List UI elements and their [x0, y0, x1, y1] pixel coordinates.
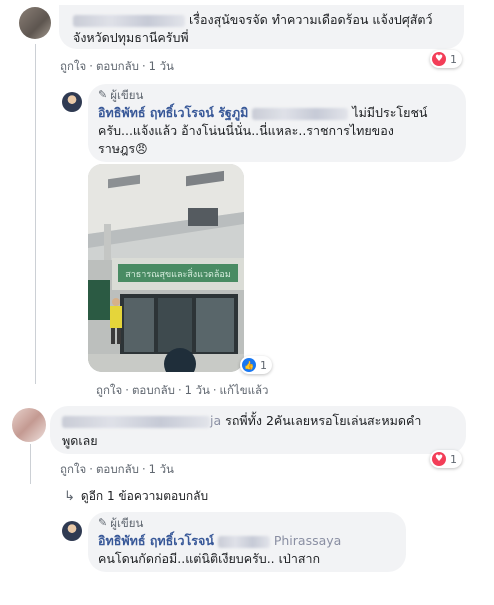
reply-link[interactable]: ตอบกลับ	[96, 462, 139, 476]
comment-bubble: ja รถพี่ทั้ง 2คันเลยหรอโยเล่นสะหมดคำ พูด…	[50, 406, 466, 454]
mention-name[interactable]: Phirassaya	[274, 533, 341, 548]
author-tag: ผู้เขียน	[110, 88, 144, 102]
reply-text-line2: ครับ...แจ้งแล้ว อ้างโน่นนี่นั่น..นี่แหละ…	[98, 123, 394, 138]
reply-text: คนโดนกัดก่อมี..แต่นิติเงียบครับ.. เป่าสา…	[98, 551, 321, 566]
blurred-name-part	[252, 107, 349, 120]
author-name[interactable]: อิทธิพัทธ์ ฤทธิ์เวโรจน์	[98, 533, 214, 548]
reaction-count: 1	[260, 358, 267, 372]
attached-photo[interactable]: สาธารณสุขและสิ่งแวดล้อม	[88, 164, 244, 372]
blurred-commenter-name	[73, 14, 185, 27]
commenter-avatar[interactable]	[12, 408, 46, 442]
reply-actions: ถูกใจ · ตอบกลับ · 1 วัน · แก้ไขแล้ว	[96, 383, 269, 397]
heart-icon: ♥	[432, 452, 446, 466]
thread-line	[35, 44, 36, 384]
name-suffix: ja	[210, 413, 222, 428]
author-avatar[interactable]	[62, 92, 82, 112]
heart-icon: ♥	[432, 52, 446, 66]
timestamp[interactable]: 1 วัน	[149, 59, 174, 73]
reply-bubble: ✎ ผู้เขียน อิทธิพัทธ์ ฤทธิ์เวโรจน์ รัฐภู…	[88, 84, 466, 162]
reply-bubble: ✎ ผู้เขียน อิทธิพัทธ์ ฤทธิ์เวโรจน์ Phira…	[88, 512, 406, 572]
angry-emoji-icon: 😠	[135, 142, 148, 156]
author-tag: ผู้เขียน	[110, 516, 144, 530]
reply-link[interactable]: ตอบกลับ	[96, 59, 139, 73]
blurred-commenter-name	[62, 415, 210, 428]
reply-arrow-icon: ↳	[64, 489, 75, 504]
comment-text: รถพี่ทั้ง 2คันเลยหรอโยเล่นสะหมดคำ	[225, 413, 422, 428]
comment-bubble: เรื่องสุนัขจรจัด ทำความเดือดร้อน แจ้งปศุ…	[59, 5, 464, 49]
blurred-name-part	[217, 535, 270, 548]
comment-text: เรื่องสุนัขจรจัด ทำความเดือดร้อน แจ้งปศุ…	[188, 12, 433, 27]
author-avatar[interactable]	[62, 521, 82, 541]
building-photo: สาธารณสุขและสิ่งแวดล้อม	[88, 164, 244, 372]
reaction-count: 1	[450, 452, 457, 466]
reply-text-line3: ราษฎร	[98, 141, 136, 156]
reaction-badge[interactable]: 👍 1	[240, 356, 272, 374]
edited-label[interactable]: แก้ไขแล้ว	[220, 383, 269, 397]
comment-actions: ถูกใจ · ตอบกลับ · 1 วัน	[60, 59, 174, 73]
comment-actions: ถูกใจ · ตอบกลับ · 1 วัน	[60, 462, 174, 476]
commenter-avatar[interactable]	[19, 7, 51, 39]
like-link[interactable]: ถูกใจ	[96, 383, 122, 397]
author-name[interactable]: อิทธิพัทธ์ ฤทธิ์เวโรจน์ รัฐภูมิ	[98, 105, 248, 120]
timestamp[interactable]: 1 วัน	[185, 383, 210, 397]
pencil-icon: ✎	[98, 516, 108, 529]
pencil-icon: ✎	[98, 88, 108, 101]
view-more-replies[interactable]: ↳ ดูอีก 1 ข้อความตอบกลับ	[64, 487, 208, 506]
reaction-badge[interactable]: ♥ 1	[430, 50, 462, 68]
reply-text-part: ไม่มีประโยชน์	[352, 105, 428, 120]
timestamp[interactable]: 1 วัน	[149, 462, 174, 476]
reply-link[interactable]: ตอบกลับ	[132, 383, 175, 397]
reaction-badge[interactable]: ♥ 1	[430, 450, 462, 468]
like-link[interactable]: ถูกใจ	[60, 59, 86, 73]
thumbs-up-icon: 👍	[242, 358, 256, 372]
comment-text-line2: จังหวัดปทุมธานีครับพี่	[73, 30, 189, 45]
like-link[interactable]: ถูกใจ	[60, 462, 86, 476]
reaction-count: 1	[450, 52, 457, 66]
comment-text-line2: พูดเลย	[62, 433, 98, 448]
thread-line	[30, 444, 31, 484]
view-replies-label: ดูอีก 1 ข้อความตอบกลับ	[80, 489, 209, 503]
